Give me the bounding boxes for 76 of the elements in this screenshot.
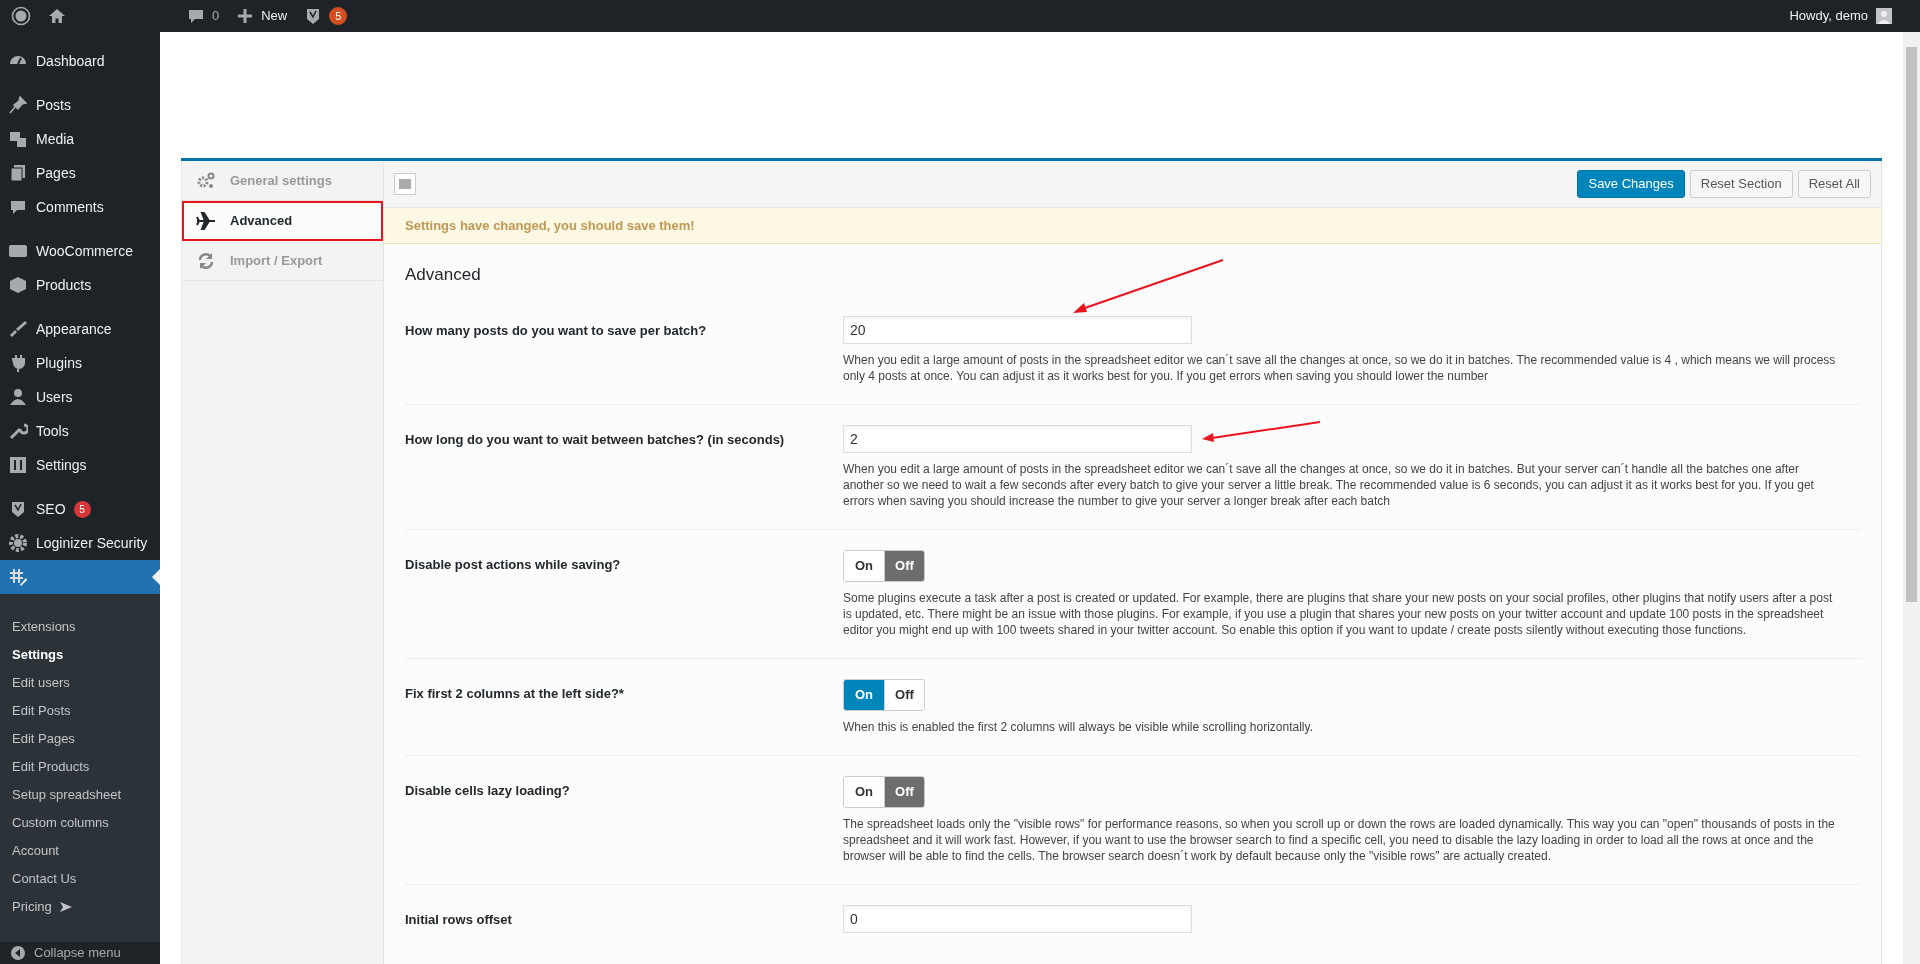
sidebar-item[interactable]: Settings <box>0 448 160 482</box>
brush-icon <box>8 319 28 339</box>
submenu-item[interactable]: Edit Products <box>0 753 160 781</box>
submenu-item[interactable]: Account <box>0 837 160 865</box>
seo-menu[interactable]: 5 <box>295 0 356 32</box>
toolbar-button[interactable]: Reset All <box>1797 170 1871 198</box>
sidebar-item[interactable]: WooCommerce <box>0 234 160 268</box>
sidebar-item[interactable]: Media <box>0 122 160 156</box>
sliders-icon <box>8 455 28 475</box>
field-label: Disable cells lazy loading? <box>405 781 571 800</box>
sidebar-item[interactable] <box>0 560 160 594</box>
text-input[interactable]: 0 <box>843 904 1192 933</box>
pages-icon <box>8 163 28 183</box>
menu-pointer <box>152 569 160 585</box>
sidebar-item[interactable]: Dashboard <box>0 44 160 78</box>
field-description: The spreadsheet loads only the "visible rows" for performance reasons, so when you scroll up or down the rows are loaded dynamically. This way you can "open" thousands of posts in the spreadsheet and it will work fast. However, if you want to use the browser search to find a specific cell, you need to disable the lazy loading in order to load all the rows at once and the browser will be able to find the cells. The browser search doesn´t work by default because only the "visible rows" are actually created. <box>843 815 1836 864</box>
toggle-off-button[interactable]: Off <box>884 679 924 710</box>
sidebar-item[interactable]: Tools <box>0 414 160 448</box>
sidebar-item[interactable]: Appearance <box>0 312 160 346</box>
airplane-icon <box>196 210 216 231</box>
toolbar-button[interactable]: Reset Section <box>1689 170 1793 198</box>
text-input[interactable]: 2 <box>843 424 1192 453</box>
new-link[interactable]: New <box>227 0 296 32</box>
toggle-off-button[interactable]: Off <box>884 776 924 807</box>
sidebar-item[interactable]: Users <box>0 380 160 414</box>
field-label: Initial rows offset <box>405 910 513 929</box>
toolbar-button[interactable]: Save Changes <box>1577 170 1685 198</box>
field-description: When you edit a large amount of posts in the spreadsheet editor we can´t save all the changes at once, so we do it in batches. The recommended value is 4 , which means we will process only 4 posts at once. You can adjust it as it works best for you. If you get errors when saving you should lower the number <box>843 351 1837 384</box>
wordpress-logo-icon <box>11 6 31 26</box>
submenu-item[interactable]: Pricing <box>0 893 160 921</box>
sidebar-item[interactable]: Comments <box>0 190 160 224</box>
count-badge: 5 <box>73 500 91 518</box>
avatar-icon <box>1876 8 1892 24</box>
sidebar-item[interactable]: Products <box>0 268 160 302</box>
settings-tab[interactable]: Advanced <box>182 201 383 241</box>
pin-icon <box>8 95 28 115</box>
field-label: How many posts do you want to save per batch? <box>405 321 708 340</box>
comments-link[interactable]: 0 <box>178 0 228 32</box>
field-description: Some plugins execute a task after a post is created or updated. For example, there are plugins that share your new posts on your social profiles, other plugins that notify users after a post is updated, etc. There might be an issue with those plugins. For example, if you use a plugin that shares your new posts on your twitter account and update 100 posts in the spreadsheet editor you might end up with 100 tweets shared in your twitter account. So enable this option if you want to update / create posts silently without executing those functions. <box>843 589 1834 638</box>
user-icon <box>8 387 28 407</box>
toggle-on-button[interactable]: On <box>844 679 884 710</box>
submenu-item[interactable]: Edit Posts <box>0 697 160 725</box>
sidebar-item[interactable]: Plugins <box>0 346 160 380</box>
submenu-item[interactable]: Settings <box>0 641 160 669</box>
submenu-item[interactable]: Contact Us <box>0 865 160 893</box>
sidebar-item[interactable]: Posts <box>0 88 160 122</box>
collapse-icon <box>10 945 26 961</box>
field-description: When this is enabled the first 2 columns will always be visible while scrolling horizontally. <box>843 718 1314 735</box>
gears-icon <box>196 170 216 191</box>
submenu-item[interactable]: Edit users <box>0 669 160 697</box>
media-icon <box>8 129 28 149</box>
notice-text: Settings have changed, you should save them! <box>384 208 1881 244</box>
sidebar-item[interactable]: Loginizer Security <box>0 526 160 560</box>
scrollbar[interactable] <box>1903 32 1920 964</box>
sidebar-item[interactable]: SEO 5 <box>0 492 160 526</box>
submenu-item[interactable]: Custom columns <box>0 809 160 837</box>
submenu-item[interactable]: Setup spreadsheet <box>0 781 160 809</box>
account-menu[interactable]: Howdy, demo <box>1781 0 1900 32</box>
field-label: How long do you want to wait between batches? (in seconds) <box>405 430 786 449</box>
field-label: Fix first 2 columns at the left side?* <box>405 684 625 703</box>
submenu-item[interactable]: Edit Pages <box>0 725 160 753</box>
wrench-icon <box>8 421 28 441</box>
section-title: Advanced <box>405 264 482 286</box>
refresh-icon <box>196 250 216 271</box>
sidebar-item[interactable]: Pages <box>0 156 160 190</box>
toggle-off-button[interactable]: Off <box>884 550 924 581</box>
home-icon <box>47 6 67 26</box>
layout-toggle-icon[interactable] <box>394 173 416 195</box>
text-input[interactable]: 20 <box>843 315 1192 344</box>
submenu-item[interactable]: Extensions <box>0 613 160 641</box>
hash-pencil-icon <box>8 567 28 587</box>
field-label: Disable post actions while saving? <box>405 555 622 574</box>
gear-icon <box>8 533 28 553</box>
count-badge: 5 <box>329 7 348 25</box>
box-icon <box>8 275 28 295</box>
field-description: When you edit a large amount of posts in the spreadsheet editor we can´t save all the changes at once, so we do it in batches. But your server can´t handle all the batches one after another so we need to wait a few seconds after every batch to give your server a little break. The recommended value is 6 seconds, you can adjust it as it works best for you. If you get errors when saving you should increase the number to give your server a longer break after each batch <box>843 460 1815 509</box>
